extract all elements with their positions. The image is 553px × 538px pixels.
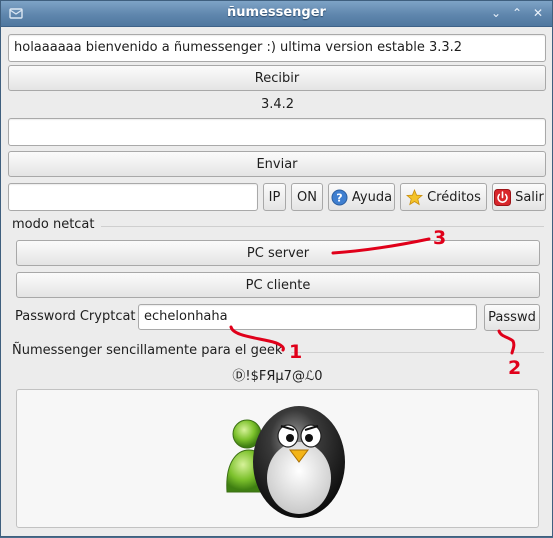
ip-button[interactable]: IP xyxy=(263,183,286,211)
pc-server-label: PC server xyxy=(246,245,310,261)
title-bar: ñumessenger ⌄ ⌃ ✕ xyxy=(1,1,552,27)
minimize-button[interactable]: ⌄ xyxy=(488,5,504,21)
password-input[interactable]: echelonhaha xyxy=(138,304,477,330)
footer-group-title: Ñumessenger sencillamente para el geek xyxy=(12,343,283,358)
netcat-group-divider xyxy=(101,226,544,227)
passwd-button[interactable]: Passwd xyxy=(484,304,540,331)
netcat-group-title: modo netcat xyxy=(12,217,95,232)
app-window: ñumessenger ⌄ ⌃ ✕ holaaaaaa bienvenido a… xyxy=(0,0,553,537)
annotation-mark-3: 3 xyxy=(433,227,447,249)
password-label: Password Cryptcat xyxy=(15,309,136,324)
enviar-button[interactable]: Enviar xyxy=(8,151,546,177)
creditos-label: Créditos xyxy=(427,189,481,205)
passwd-label: Passwd xyxy=(488,310,536,325)
ayuda-button[interactable]: ? Ayuda xyxy=(328,183,395,211)
ip-input[interactable] xyxy=(8,183,258,211)
salir-label: Salir xyxy=(515,189,544,205)
svg-text:?: ? xyxy=(336,191,342,204)
creditos-button[interactable]: Créditos xyxy=(400,183,487,211)
footer-group-divider xyxy=(291,352,544,353)
penguin-mascot-icon xyxy=(226,406,345,518)
recibir-button[interactable]: Recibir xyxy=(8,65,546,91)
pc-cliente-button[interactable]: PC cliente xyxy=(16,272,540,298)
on-button[interactable]: ON xyxy=(291,183,323,211)
close-button[interactable]: ✕ xyxy=(530,5,546,21)
enviar-label: Enviar xyxy=(256,156,298,172)
salir-button[interactable]: Salir xyxy=(492,183,546,211)
window-title: ñumessenger xyxy=(227,5,326,20)
message-input[interactable] xyxy=(8,118,546,146)
recibir-label: Recibir xyxy=(254,70,300,86)
maximize-button[interactable]: ⌃ xyxy=(509,5,525,21)
annotation-mark-2: 2 xyxy=(508,357,522,379)
ip-label: IP xyxy=(268,189,281,205)
power-icon xyxy=(494,188,512,206)
mascot-image-panel xyxy=(16,389,539,528)
annotation-mark-1: 1 xyxy=(289,341,303,363)
ayuda-label: Ayuda xyxy=(351,189,393,205)
received-message-field[interactable]: holaaaaaa bienvenido a ñumessenger :) ul… xyxy=(8,34,546,62)
version-label: 3.4.2 xyxy=(260,97,295,112)
pc-server-button[interactable]: PC server xyxy=(16,240,540,266)
help-icon: ? xyxy=(331,189,348,205)
on-label: ON xyxy=(297,189,317,205)
star-icon xyxy=(406,188,424,205)
cipher-text: Ⓓ!$FЯµ7@ℒ0 xyxy=(232,369,323,384)
pc-cliente-label: PC cliente xyxy=(245,277,311,293)
